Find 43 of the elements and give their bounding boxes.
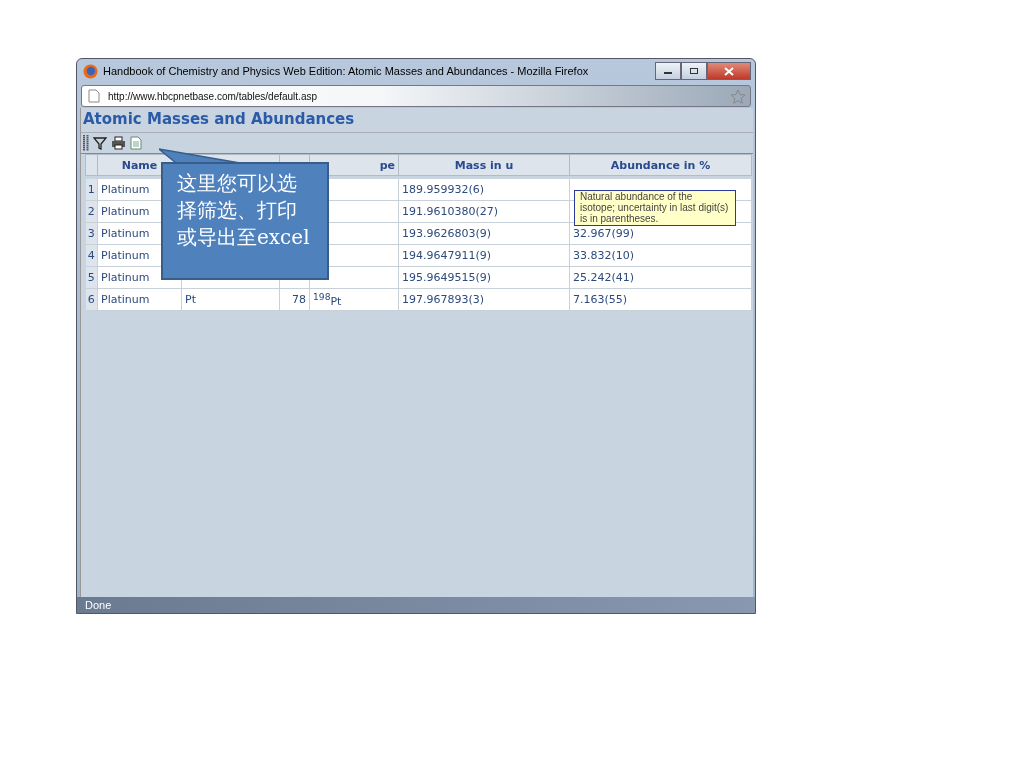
status-text: Done bbox=[85, 599, 112, 611]
minimize-button[interactable] bbox=[655, 62, 681, 80]
table-cell: Platinum bbox=[101, 205, 150, 218]
close-icon bbox=[724, 66, 734, 76]
table-cell: 78 bbox=[292, 293, 306, 306]
maximize-icon bbox=[689, 67, 699, 75]
table-cell: Platinum bbox=[101, 271, 150, 284]
tooltip: Natural abundance of the isotope; uncertainty in last digit(s) is in parentheses. bbox=[574, 190, 736, 226]
table-cell: Platinum bbox=[101, 183, 150, 196]
page-icon bbox=[88, 89, 100, 103]
grip-icon bbox=[83, 135, 89, 151]
row-number: 5 bbox=[87, 271, 95, 284]
star-icon[interactable] bbox=[730, 88, 746, 104]
globe-icon bbox=[83, 63, 98, 79]
table-cell: Platinum bbox=[101, 293, 150, 306]
table-cell: 194.9647911(9) bbox=[402, 249, 492, 262]
table-cell: Pt bbox=[185, 293, 196, 306]
table-cell: 25.242(41) bbox=[573, 271, 635, 284]
row-number: 6 bbox=[87, 293, 95, 306]
table-cell: 195.9649515(9) bbox=[402, 271, 492, 284]
table-cell: 33.832(10) bbox=[573, 249, 635, 262]
table-cell: $^{198}$Pt bbox=[313, 294, 342, 308]
table-cell: 191.9610380(27) bbox=[402, 205, 499, 218]
address-field[interactable]: http://www.hbcpnetbase.com/tables/default.asp bbox=[81, 85, 751, 107]
row-number: 4 bbox=[87, 249, 95, 262]
close-button[interactable] bbox=[707, 62, 751, 80]
table-cell: Platinum bbox=[101, 249, 150, 262]
row-number: 1 bbox=[87, 183, 95, 196]
row-number: 2 bbox=[87, 205, 95, 218]
table-cell: 197.967893(3) bbox=[402, 293, 485, 306]
page-heading: Atomic Masses and Abundances bbox=[82, 109, 356, 130]
table-cell: 32.967(99) bbox=[573, 227, 635, 240]
print-icon[interactable] bbox=[111, 136, 126, 150]
document-icon[interactable] bbox=[130, 136, 142, 150]
maximize-button[interactable] bbox=[681, 62, 707, 80]
window-title: Handbook of Chemistry and Physics Web Edition: Atomic Masses and Abundances - Mozilla Firefox bbox=[103, 65, 589, 77]
row-number: 3 bbox=[87, 227, 95, 240]
table-cell: 7.163(55) bbox=[573, 293, 628, 306]
column-header[interactable]: pe bbox=[379, 158, 395, 172]
table-cell: Platinum bbox=[101, 227, 150, 240]
table-cell: 189.959932(6) bbox=[402, 183, 485, 196]
table-cell: 193.9626803(9) bbox=[402, 227, 492, 240]
filter-icon[interactable] bbox=[93, 136, 107, 150]
